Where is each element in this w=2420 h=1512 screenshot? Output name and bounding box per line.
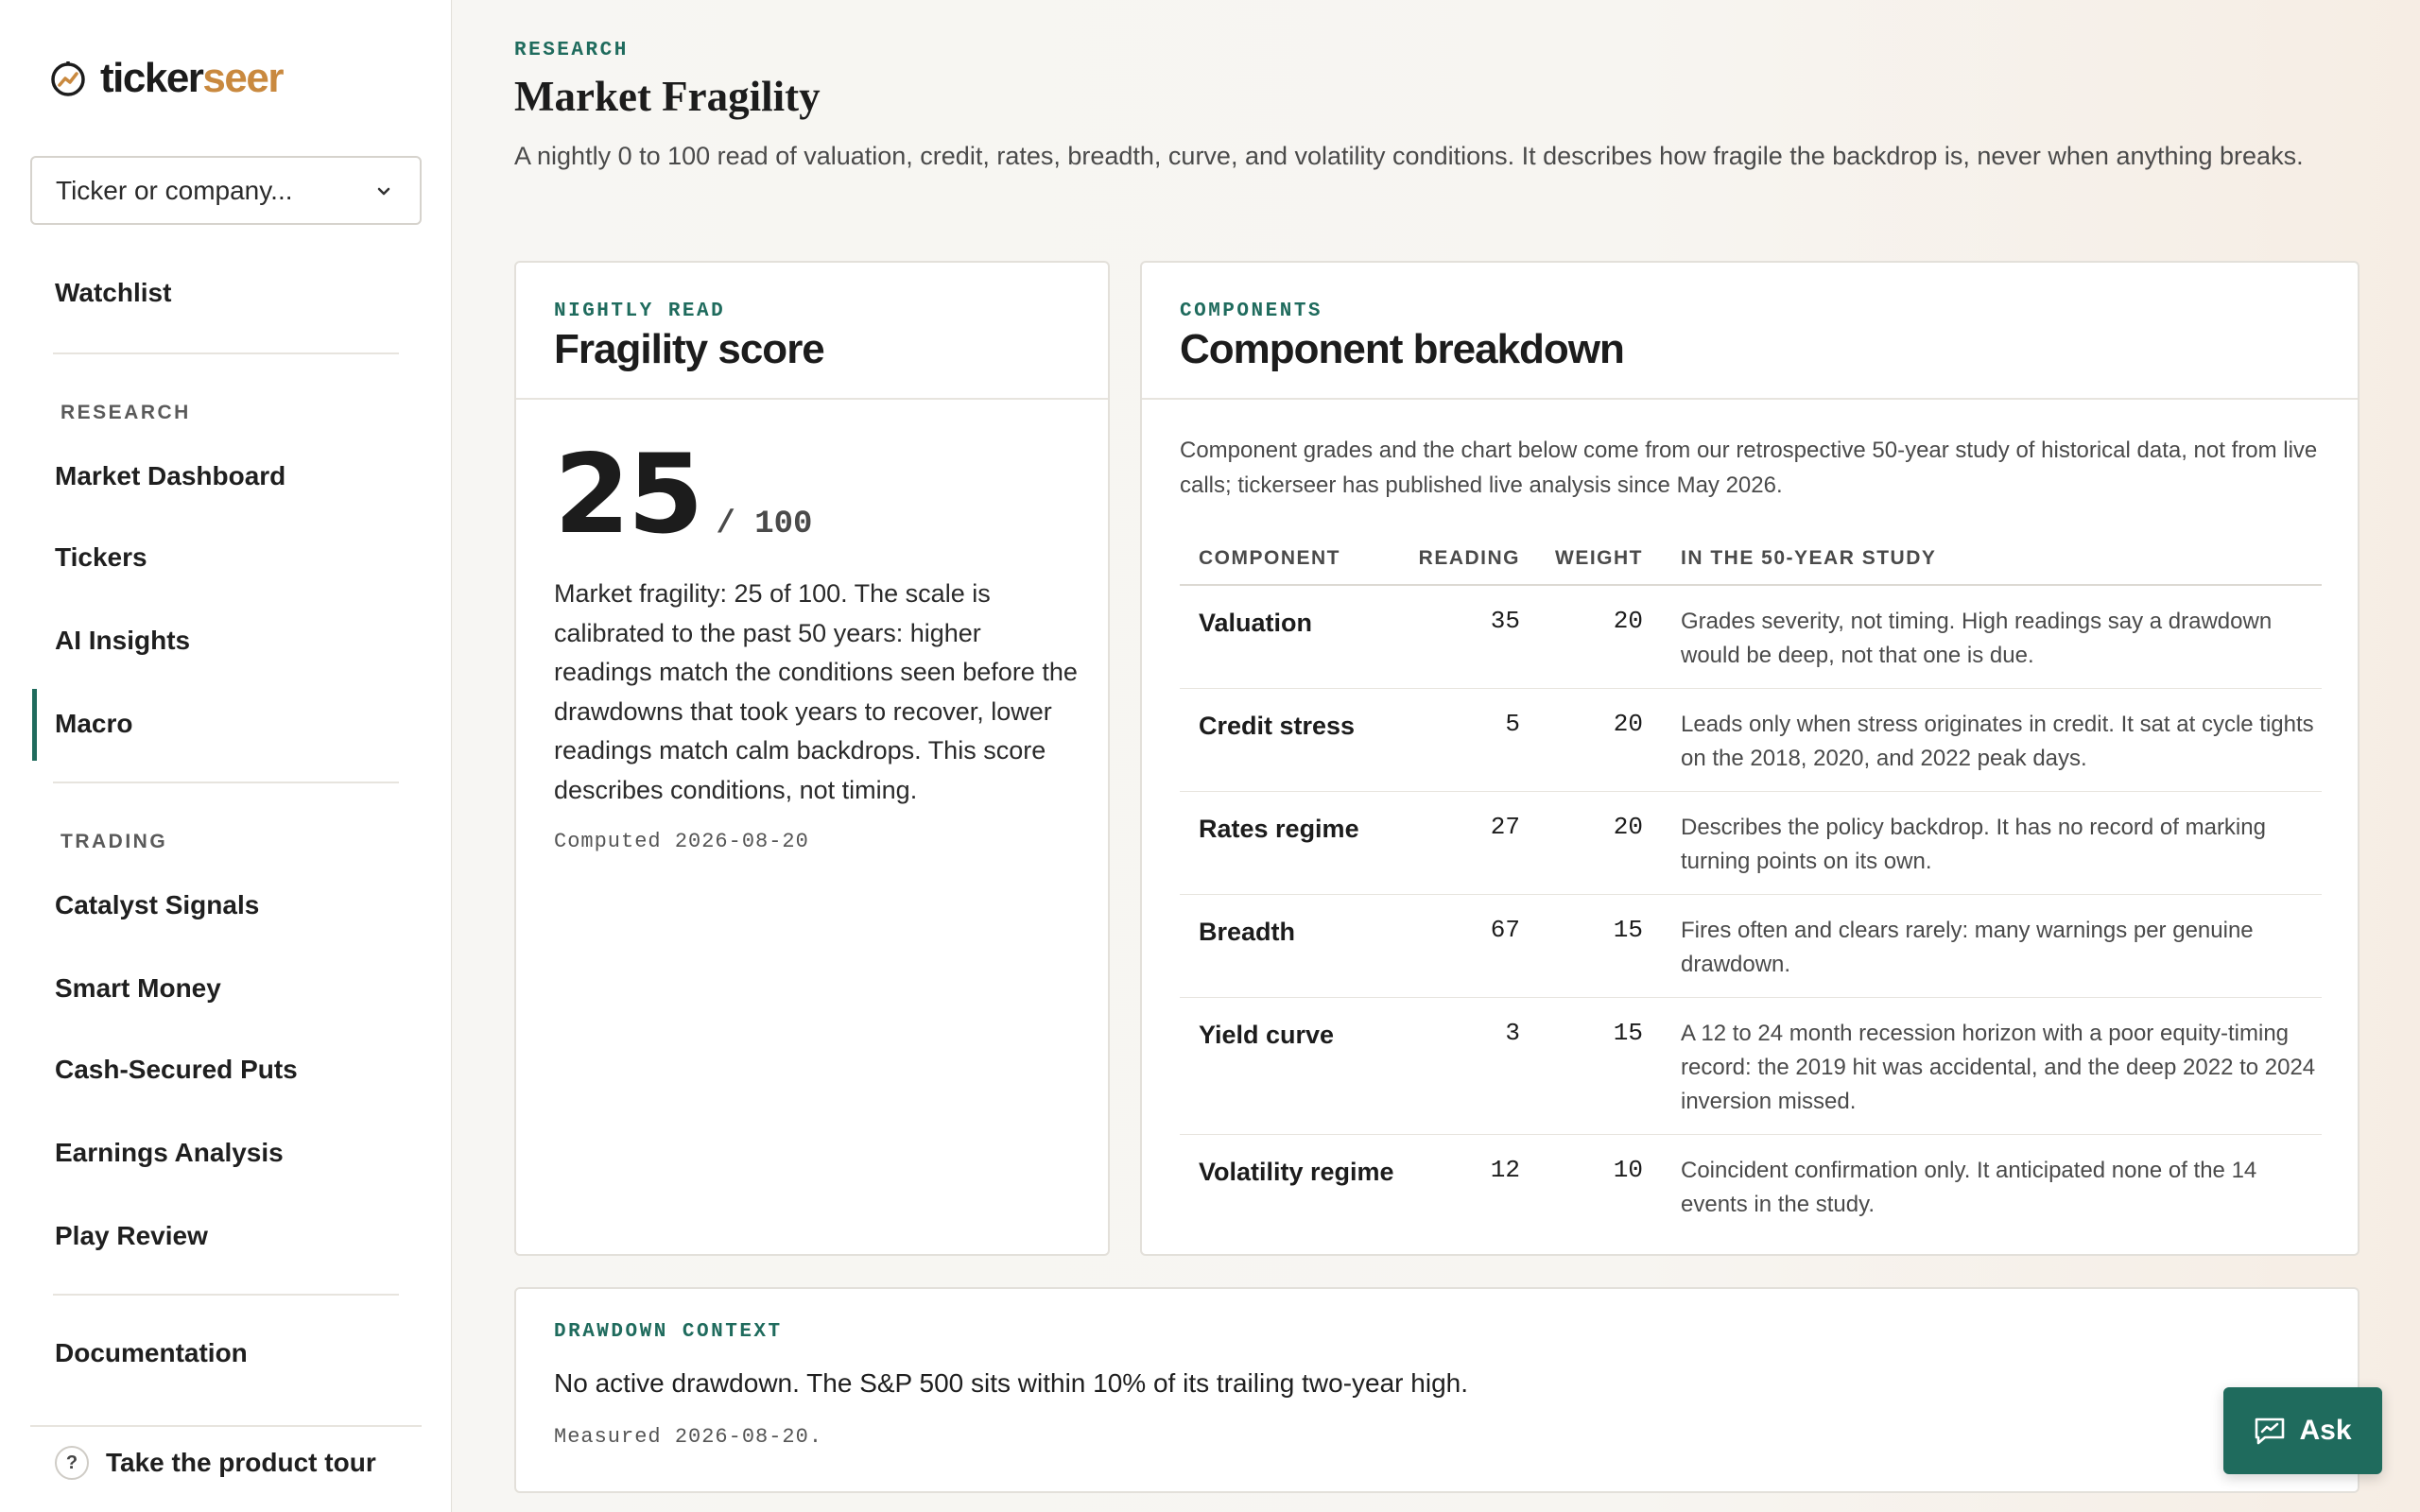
sidebar-section-trading: TRADING (60, 831, 168, 852)
card-eyebrow: DRAWDOWN CONTEXT (554, 1321, 783, 1343)
component-reading: 27 (1490, 813, 1520, 841)
fragility-score-max: / 100 (716, 507, 813, 542)
help-icon: ? (55, 1446, 89, 1480)
sidebar-item-play-review[interactable]: Play Review (55, 1220, 208, 1252)
chevron-down-icon (377, 187, 390, 195)
measured-date: Measured 2026-08-20. (554, 1425, 823, 1449)
drawdown-context-card: DRAWDOWN CONTEXT No active drawdown. The… (514, 1287, 2360, 1493)
component-weight: 20 (1613, 813, 1643, 841)
brand-name-part1: ticker (100, 55, 204, 101)
table-header: COMPONENT READING WEIGHT IN THE 50-YEAR … (1180, 533, 2322, 586)
sidebar-item-macro[interactable]: Macro (31, 689, 132, 761)
component-weight: 15 (1613, 916, 1643, 944)
sidebar-item-watchlist[interactable]: Watchlist (55, 277, 171, 309)
sidebar-item-tickers[interactable]: Tickers (55, 541, 147, 574)
component-study: A 12 to 24 month recession horizon with … (1681, 1021, 2316, 1114)
component-name: Rates regime (1199, 815, 1359, 843)
product-tour-link[interactable]: ? Take the product tour (30, 1425, 422, 1480)
ticker-search-placeholder: Ticker or company... (56, 175, 293, 205)
brand-name-part2: seer (202, 55, 284, 101)
sidebar: tickerseer Ticker or company... Watchlis… (0, 0, 452, 1512)
component-study: Grades severity, not timing. High readin… (1681, 609, 2273, 668)
logo[interactable]: tickerseer (49, 55, 284, 102)
card-eyebrow: NIGHTLY READ (554, 301, 726, 322)
ask-button[interactable]: Ask (2223, 1387, 2382, 1474)
component-weight: 10 (1613, 1156, 1643, 1184)
sidebar-item-cash-secured-puts[interactable]: Cash-Secured Puts (55, 1054, 298, 1086)
computed-date: Computed 2026-08-20 (554, 830, 809, 853)
fragility-score-value: 25 (554, 431, 703, 558)
table-row: Valuation 35 20 Grades severity, not tim… (1180, 586, 2322, 689)
card-title: Component breakdown (1180, 326, 1625, 372)
column-header-reading: READING (1418, 547, 1520, 569)
component-note: Component grades and the chart below com… (1180, 438, 2318, 498)
product-tour-label: Take the product tour (106, 1448, 376, 1477)
component-reading: 67 (1490, 916, 1520, 944)
component-weight: 15 (1613, 1019, 1643, 1047)
component-study: Leads only when stress originates in cre… (1681, 712, 2314, 771)
sidebar-item-catalyst-signals[interactable]: Catalyst Signals (55, 889, 259, 921)
component-reading: 12 (1490, 1156, 1520, 1184)
table-row: Volatility regime 12 10 Coincident confi… (1180, 1135, 2322, 1237)
component-weight: 20 (1613, 607, 1643, 635)
sidebar-divider (53, 782, 399, 783)
main-content: RESEARCH Market Fragility A nightly 0 to… (453, 0, 2420, 1512)
sidebar-divider (53, 1294, 399, 1296)
sidebar-item-earnings-analysis[interactable]: Earnings Analysis (55, 1137, 284, 1169)
component-table: COMPONENT READING WEIGHT IN THE 50-YEAR … (1180, 533, 2322, 1237)
card-header: COMPONENTS Component breakdown (1142, 263, 2358, 400)
sidebar-item-documentation[interactable]: Documentation (55, 1337, 248, 1369)
component-name: Credit stress (1199, 712, 1356, 740)
sidebar-item-smart-money[interactable]: Smart Money (55, 972, 221, 1005)
component-reading: 5 (1505, 710, 1520, 738)
card-header: NIGHTLY READ Fragility score (516, 263, 1108, 400)
brand-name: tickerseer (100, 55, 284, 102)
component-reading: 3 (1505, 1019, 1520, 1047)
table-row: Rates regime 27 20 Describes the policy … (1180, 792, 2322, 895)
sidebar-item-ai-insights[interactable]: AI Insights (55, 625, 190, 657)
component-weight: 20 (1613, 710, 1643, 738)
sidebar-item-market-dashboard[interactable]: Market Dashboard (55, 460, 285, 492)
column-header-weight: WEIGHT (1555, 547, 1643, 569)
component-name: Valuation (1199, 609, 1313, 637)
ticker-search-select[interactable]: Ticker or company... (30, 156, 422, 225)
component-study: Fires often and clears rarely: many warn… (1681, 918, 2254, 977)
component-breakdown-card: COMPONENTS Component breakdown Component… (1140, 261, 2360, 1256)
card-title: Fragility score (554, 326, 825, 372)
card-eyebrow: COMPONENTS (1180, 301, 1323, 322)
score-display: 25 / 100 (554, 431, 812, 558)
fragility-explanation: Market fragility: 25 of 100. The scale i… (554, 579, 1078, 804)
table-row: Credit stress 5 20 Leads only when stres… (1180, 689, 2322, 792)
column-header-component: COMPONENT (1199, 547, 1340, 569)
table-row: Breadth 67 15 Fires often and clears rar… (1180, 895, 2322, 998)
column-header-study: IN THE 50-YEAR STUDY (1681, 547, 1937, 569)
logo-icon (51, 61, 85, 96)
component-study: Coincident confirmation only. It anticip… (1681, 1158, 2257, 1217)
component-name: Yield curve (1199, 1021, 1335, 1049)
component-name: Breadth (1199, 918, 1296, 946)
fragility-score-card: NIGHTLY READ Fragility score 25 / 100 Ma… (514, 261, 1110, 1256)
component-study: Describes the policy backdrop. It has no… (1681, 815, 2266, 874)
chat-chart-icon (2256, 1418, 2285, 1445)
component-reading: 35 (1490, 607, 1520, 635)
sidebar-section-research: RESEARCH (60, 402, 191, 423)
sidebar-divider (53, 352, 399, 354)
component-name: Volatility regime (1199, 1158, 1394, 1186)
page-title: Market Fragility (514, 73, 821, 120)
page-eyebrow: RESEARCH (514, 40, 629, 61)
page-description: A nightly 0 to 100 read of valuation, cr… (514, 142, 2304, 170)
drawdown-text: No active drawdown. The S&P 500 sits wit… (554, 1368, 1468, 1398)
ask-button-label: Ask (2299, 1415, 2352, 1446)
table-row: Yield curve 3 15 A 12 to 24 month recess… (1180, 998, 2322, 1135)
